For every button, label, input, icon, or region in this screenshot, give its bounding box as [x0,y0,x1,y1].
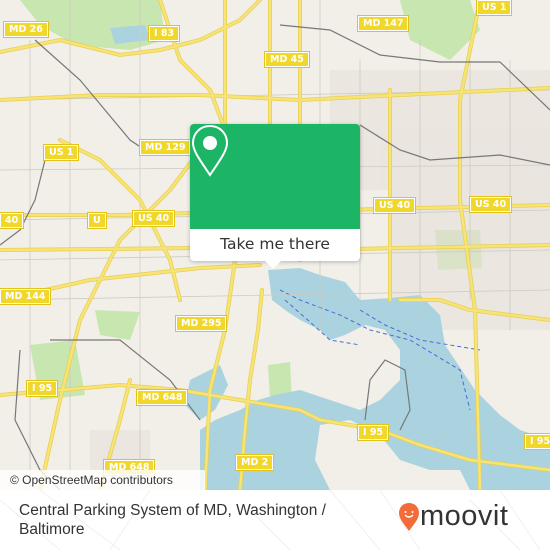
road-shield-i95-right: I 95 [523,433,550,450]
road-shield-us1-left: US 1 [42,144,80,161]
road-shield-us40-right1: US 40 [372,197,417,214]
take-me-there-button[interactable]: Take me there [190,229,360,261]
road-shield-us40-right2: US 40 [468,196,513,213]
park-small [95,310,140,340]
road-shield-i83: I 83 [147,25,181,42]
road-shield-md129: MD 129 [138,139,192,156]
rail-west [0,159,46,246]
map[interactable]: MD 26 I 83 MD 147 US 1 MD 45 US 1 MD 129… [0,0,550,490]
road-shield-md147: MD 147 [356,15,410,32]
road-shield-us40-far-left: 40 [0,212,25,229]
location-pin-icon [191,124,229,177]
place-title: Central Parking System of MD, Washington… [19,502,326,538]
popup-header [190,124,360,229]
road-shield-i95-mid: I 95 [356,424,390,441]
popup-tail [265,261,281,269]
road-shield-us40-mid: US 40 [131,210,176,227]
location-popup: Take me there [190,124,360,269]
road-shield-md648-upper: MD 648 [135,389,189,406]
road-shield-md45: MD 45 [264,51,310,68]
road-shield-us40-u: U [87,212,107,229]
footer: Central Parking System of MD, Washington… [0,490,550,550]
moovit-wordmark: moovit [420,500,509,532]
road-shield-md295: MD 295 [174,315,228,332]
road-shield-i95-left: I 95 [25,380,59,397]
road-shield-md26: MD 26 [3,21,49,38]
moovit-logo[interactable]: moovit [398,500,538,534]
road-shield-md144: MD 144 [0,288,52,305]
map-attribution[interactable]: © OpenStreetMap contributors [0,470,205,490]
road-shield-us1-top: US 1 [475,0,513,16]
road-shield-md2: MD 2 [234,454,275,471]
moovit-pin-smile-icon [399,503,419,531]
